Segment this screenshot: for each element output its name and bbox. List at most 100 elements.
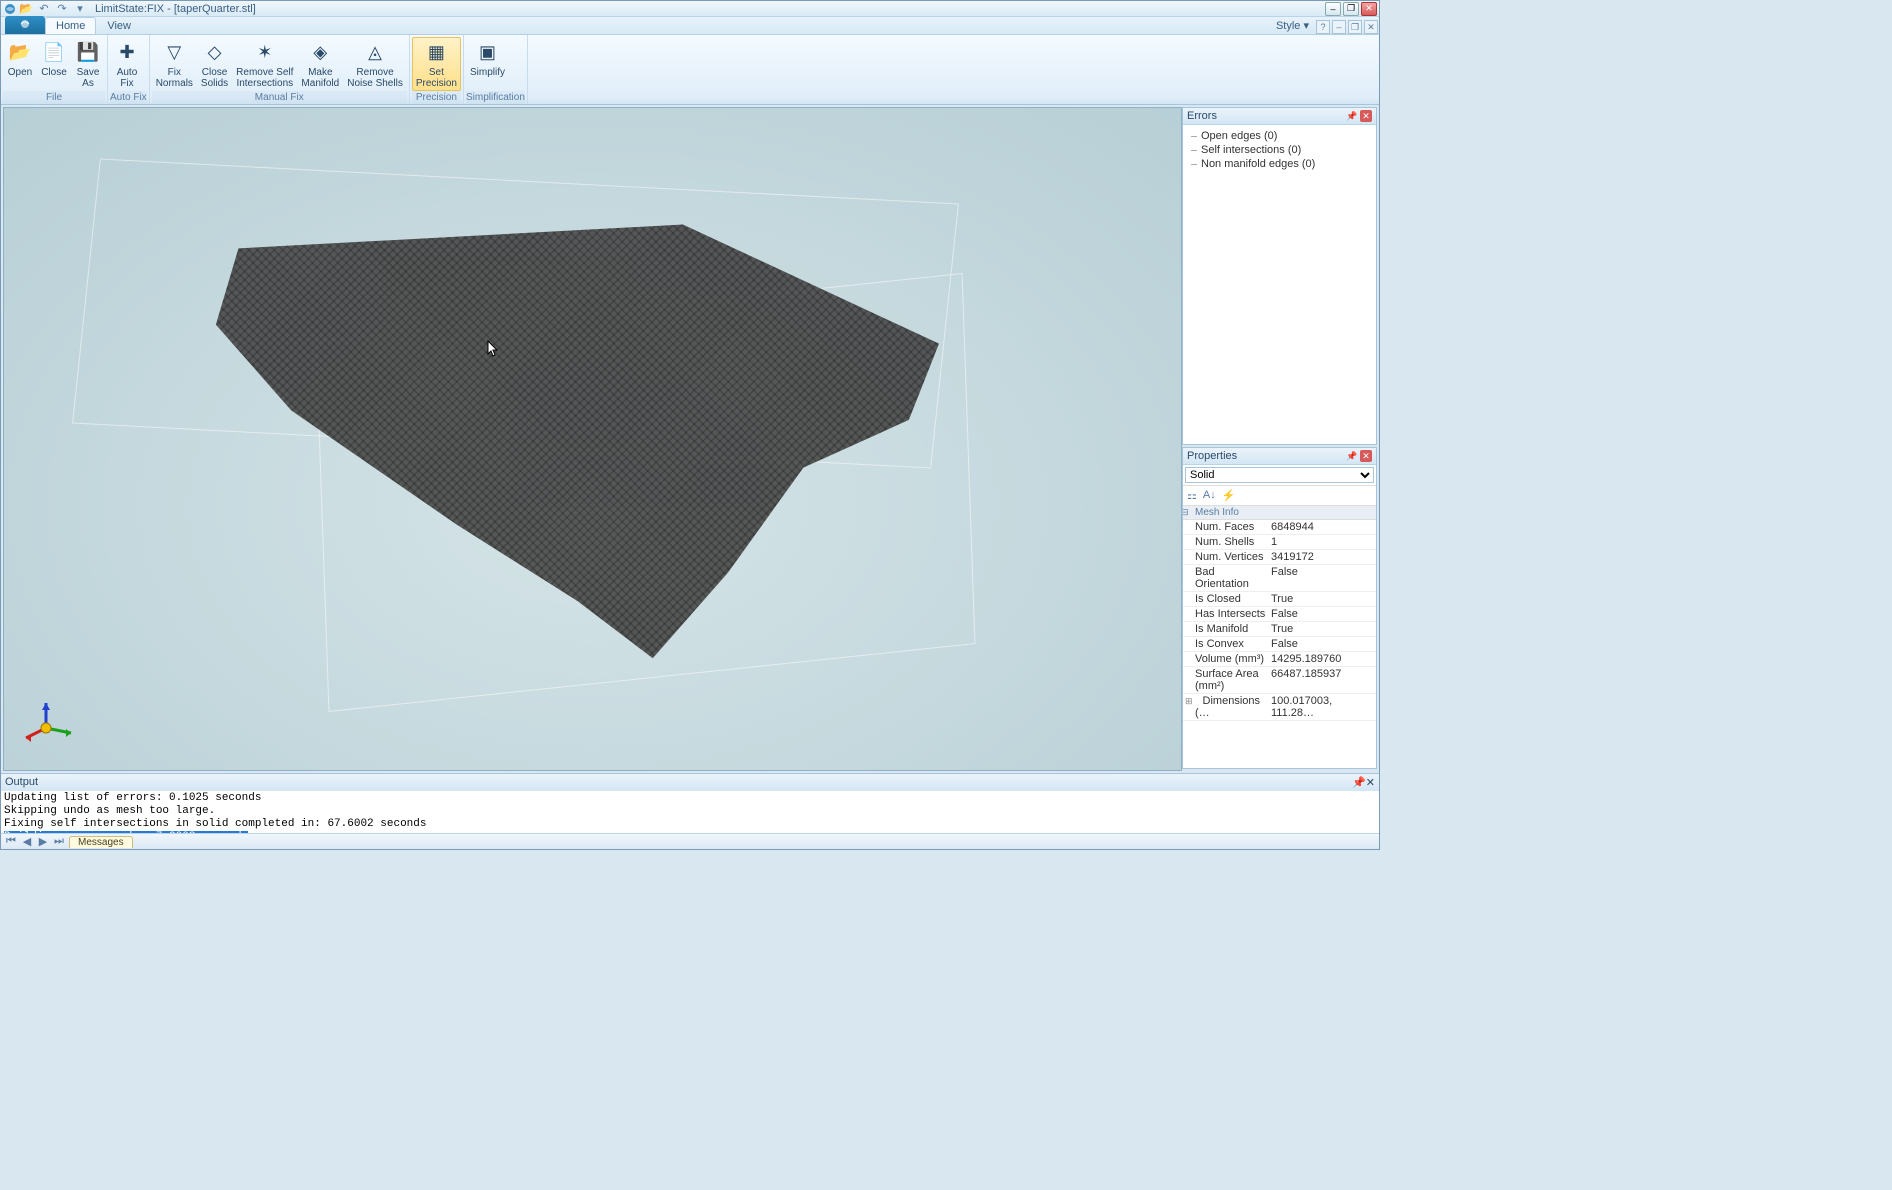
group-label-precision: Precision bbox=[412, 91, 461, 104]
viewport-3d[interactable] bbox=[3, 107, 1182, 771]
output-line: Skipping undo as mesh too large. bbox=[4, 805, 1376, 818]
panel-pin-icon[interactable]: 📌 bbox=[1352, 776, 1366, 789]
panel-close-icon[interactable]: ✕ bbox=[1360, 110, 1372, 122]
panel-pin-icon[interactable]: 📌 bbox=[1346, 110, 1358, 122]
qat-dropdown-icon[interactable]: ▾ bbox=[73, 2, 87, 16]
mdi-close-button[interactable]: ✕ bbox=[1364, 20, 1378, 34]
output-line: Fixing self intersections in solid compl… bbox=[4, 818, 1376, 831]
errors-panel-header[interactable]: Errors 📌 ✕ bbox=[1183, 108, 1376, 125]
property-key: Bad Orientation bbox=[1183, 565, 1269, 591]
property-key: Has Intersects bbox=[1183, 607, 1269, 621]
property-row[interactable]: Num. Vertices3419172 bbox=[1183, 550, 1376, 565]
errors-panel-title: Errors bbox=[1187, 110, 1217, 122]
set-precision-button[interactable]: ▦Set Precision bbox=[412, 37, 461, 91]
output-panel-title: Output bbox=[5, 776, 38, 789]
auto-fix-button[interactable]: ✚Auto Fix bbox=[110, 37, 144, 91]
property-value: False bbox=[1269, 565, 1376, 591]
file-menu-tab[interactable] bbox=[5, 16, 45, 34]
panel-pin-icon[interactable]: 📌 bbox=[1346, 450, 1358, 462]
qat-open-icon[interactable]: 📂 bbox=[19, 2, 33, 16]
properties-selector[interactable]: Solid bbox=[1183, 465, 1376, 486]
properties-section[interactable]: Mesh Info bbox=[1183, 506, 1376, 520]
auto-fix-icon: ✚ bbox=[114, 39, 140, 65]
prop-sort-icon[interactable]: ⚏ bbox=[1187, 489, 1197, 502]
output-panel-body[interactable]: Updating list of errors: 0.1025 seconds … bbox=[1, 791, 1379, 833]
close-file-icon: 📄 bbox=[41, 39, 67, 65]
property-key: Num. Shells bbox=[1183, 535, 1269, 549]
property-value: 1 bbox=[1269, 535, 1376, 549]
properties-panel-title: Properties bbox=[1187, 450, 1237, 462]
property-value: 6848944 bbox=[1269, 520, 1376, 534]
property-row[interactable]: Volume (mm³)14295.189760 bbox=[1183, 652, 1376, 667]
manifold-icon: ◈ bbox=[307, 39, 333, 65]
property-value: False bbox=[1269, 607, 1376, 621]
close-solids-button[interactable]: ◇Close Solids bbox=[197, 37, 232, 91]
save-icon: 💾 bbox=[75, 39, 101, 65]
property-row[interactable]: Num. Faces6848944 bbox=[1183, 520, 1376, 535]
property-value: 66487.185937 bbox=[1269, 667, 1376, 693]
axis-gizmo[interactable] bbox=[16, 698, 76, 758]
group-label-manualfix: Manual Fix bbox=[152, 91, 407, 104]
error-item[interactable]: Non manifold edges (0) bbox=[1187, 157, 1372, 171]
group-label-autofix: Auto Fix bbox=[110, 91, 147, 104]
remove-noise-shells-button[interactable]: ◬Remove Noise Shells bbox=[343, 37, 407, 91]
property-value: 14295.189760 bbox=[1269, 652, 1376, 666]
property-row[interactable]: Is ClosedTrue bbox=[1183, 592, 1376, 607]
tab-home[interactable]: Home bbox=[45, 17, 96, 34]
output-nav-last-icon[interactable]: ⏭ bbox=[53, 835, 65, 848]
qat-redo-icon[interactable]: ↷ bbox=[55, 2, 69, 16]
self-int-icon: ✶ bbox=[252, 39, 278, 65]
mdi-restore-button[interactable]: ❐ bbox=[1348, 20, 1362, 34]
output-tabstrip: ⏮ ◀ ▶ ⏭ Messages bbox=[1, 833, 1379, 849]
simplify-icon: ▣ bbox=[474, 39, 500, 65]
property-row[interactable]: Bad OrientationFalse bbox=[1183, 565, 1376, 592]
property-row[interactable]: Is ManifoldTrue bbox=[1183, 622, 1376, 637]
output-nav-prev-icon[interactable]: ◀ bbox=[21, 835, 33, 848]
error-item[interactable]: Self intersections (0) bbox=[1187, 143, 1372, 157]
style-dropdown[interactable]: Style ▾ bbox=[1270, 17, 1315, 34]
property-key: Volume (mm³) bbox=[1183, 652, 1269, 666]
simplify-button[interactable]: ▣Simplify bbox=[466, 37, 509, 91]
close-file-button[interactable]: 📄Close bbox=[37, 37, 71, 91]
prop-lightning-icon[interactable]: ⚡ bbox=[1222, 489, 1236, 502]
property-value: True bbox=[1269, 622, 1376, 636]
output-panel-header[interactable]: Output 📌 ✕ bbox=[1, 774, 1379, 791]
error-item[interactable]: Open edges (0) bbox=[1187, 129, 1372, 143]
open-button[interactable]: 📂Open bbox=[3, 37, 37, 91]
property-key: Is Manifold bbox=[1183, 622, 1269, 636]
make-manifold-button[interactable]: ◈Make Manifold bbox=[297, 37, 343, 91]
output-nav-next-icon[interactable]: ▶ bbox=[37, 835, 49, 848]
titlebar: 📂 ↶ ↷ ▾ LimitState:FIX - [taperQuarter.s… bbox=[1, 1, 1379, 17]
output-nav-first-icon[interactable]: ⏮ bbox=[5, 835, 17, 848]
properties-panel-header[interactable]: Properties 📌 ✕ bbox=[1183, 448, 1376, 465]
fix-normals-button[interactable]: ▽Fix Normals bbox=[152, 37, 197, 91]
qat-undo-icon[interactable]: ↶ bbox=[37, 2, 51, 16]
group-label-file: File bbox=[3, 91, 105, 104]
remove-self-intersections-button[interactable]: ✶Remove Self Intersections bbox=[232, 37, 297, 91]
property-row[interactable]: Is ConvexFalse bbox=[1183, 637, 1376, 652]
help-button[interactable]: ? bbox=[1316, 20, 1330, 34]
minimize-button[interactable]: – bbox=[1325, 2, 1341, 16]
panel-close-icon[interactable]: ✕ bbox=[1366, 776, 1375, 789]
mesh-visualization bbox=[216, 201, 969, 678]
output-tab-messages[interactable]: Messages bbox=[69, 836, 133, 848]
properties-select[interactable]: Solid bbox=[1185, 467, 1374, 483]
mdi-minimize-button[interactable]: – bbox=[1332, 20, 1346, 34]
precision-icon: ▦ bbox=[423, 39, 449, 65]
property-row[interactable]: Surface Area (mm²)66487.185937 bbox=[1183, 667, 1376, 694]
normals-icon: ▽ bbox=[161, 39, 187, 65]
noise-shells-icon: ◬ bbox=[362, 39, 388, 65]
property-row[interactable]: Num. Shells1 bbox=[1183, 535, 1376, 550]
property-row[interactable]: Has IntersectsFalse bbox=[1183, 607, 1376, 622]
app-icon bbox=[3, 2, 17, 16]
maximize-button[interactable]: ❐ bbox=[1343, 2, 1359, 16]
panel-close-icon[interactable]: ✕ bbox=[1360, 450, 1372, 462]
close-button[interactable]: ✕ bbox=[1361, 2, 1377, 16]
property-row[interactable]: ⊞Dimensions (…100.017003, 111.28… bbox=[1183, 694, 1376, 721]
prop-az-icon[interactable]: A↓ bbox=[1203, 489, 1216, 502]
property-key: Surface Area (mm²) bbox=[1183, 667, 1269, 693]
save-as-button[interactable]: 💾Save As bbox=[71, 37, 105, 91]
property-key: ⊞Dimensions (… bbox=[1183, 694, 1269, 720]
properties-toolbar: ⚏ A↓ ⚡ bbox=[1183, 486, 1376, 506]
tab-view[interactable]: View bbox=[96, 17, 142, 34]
